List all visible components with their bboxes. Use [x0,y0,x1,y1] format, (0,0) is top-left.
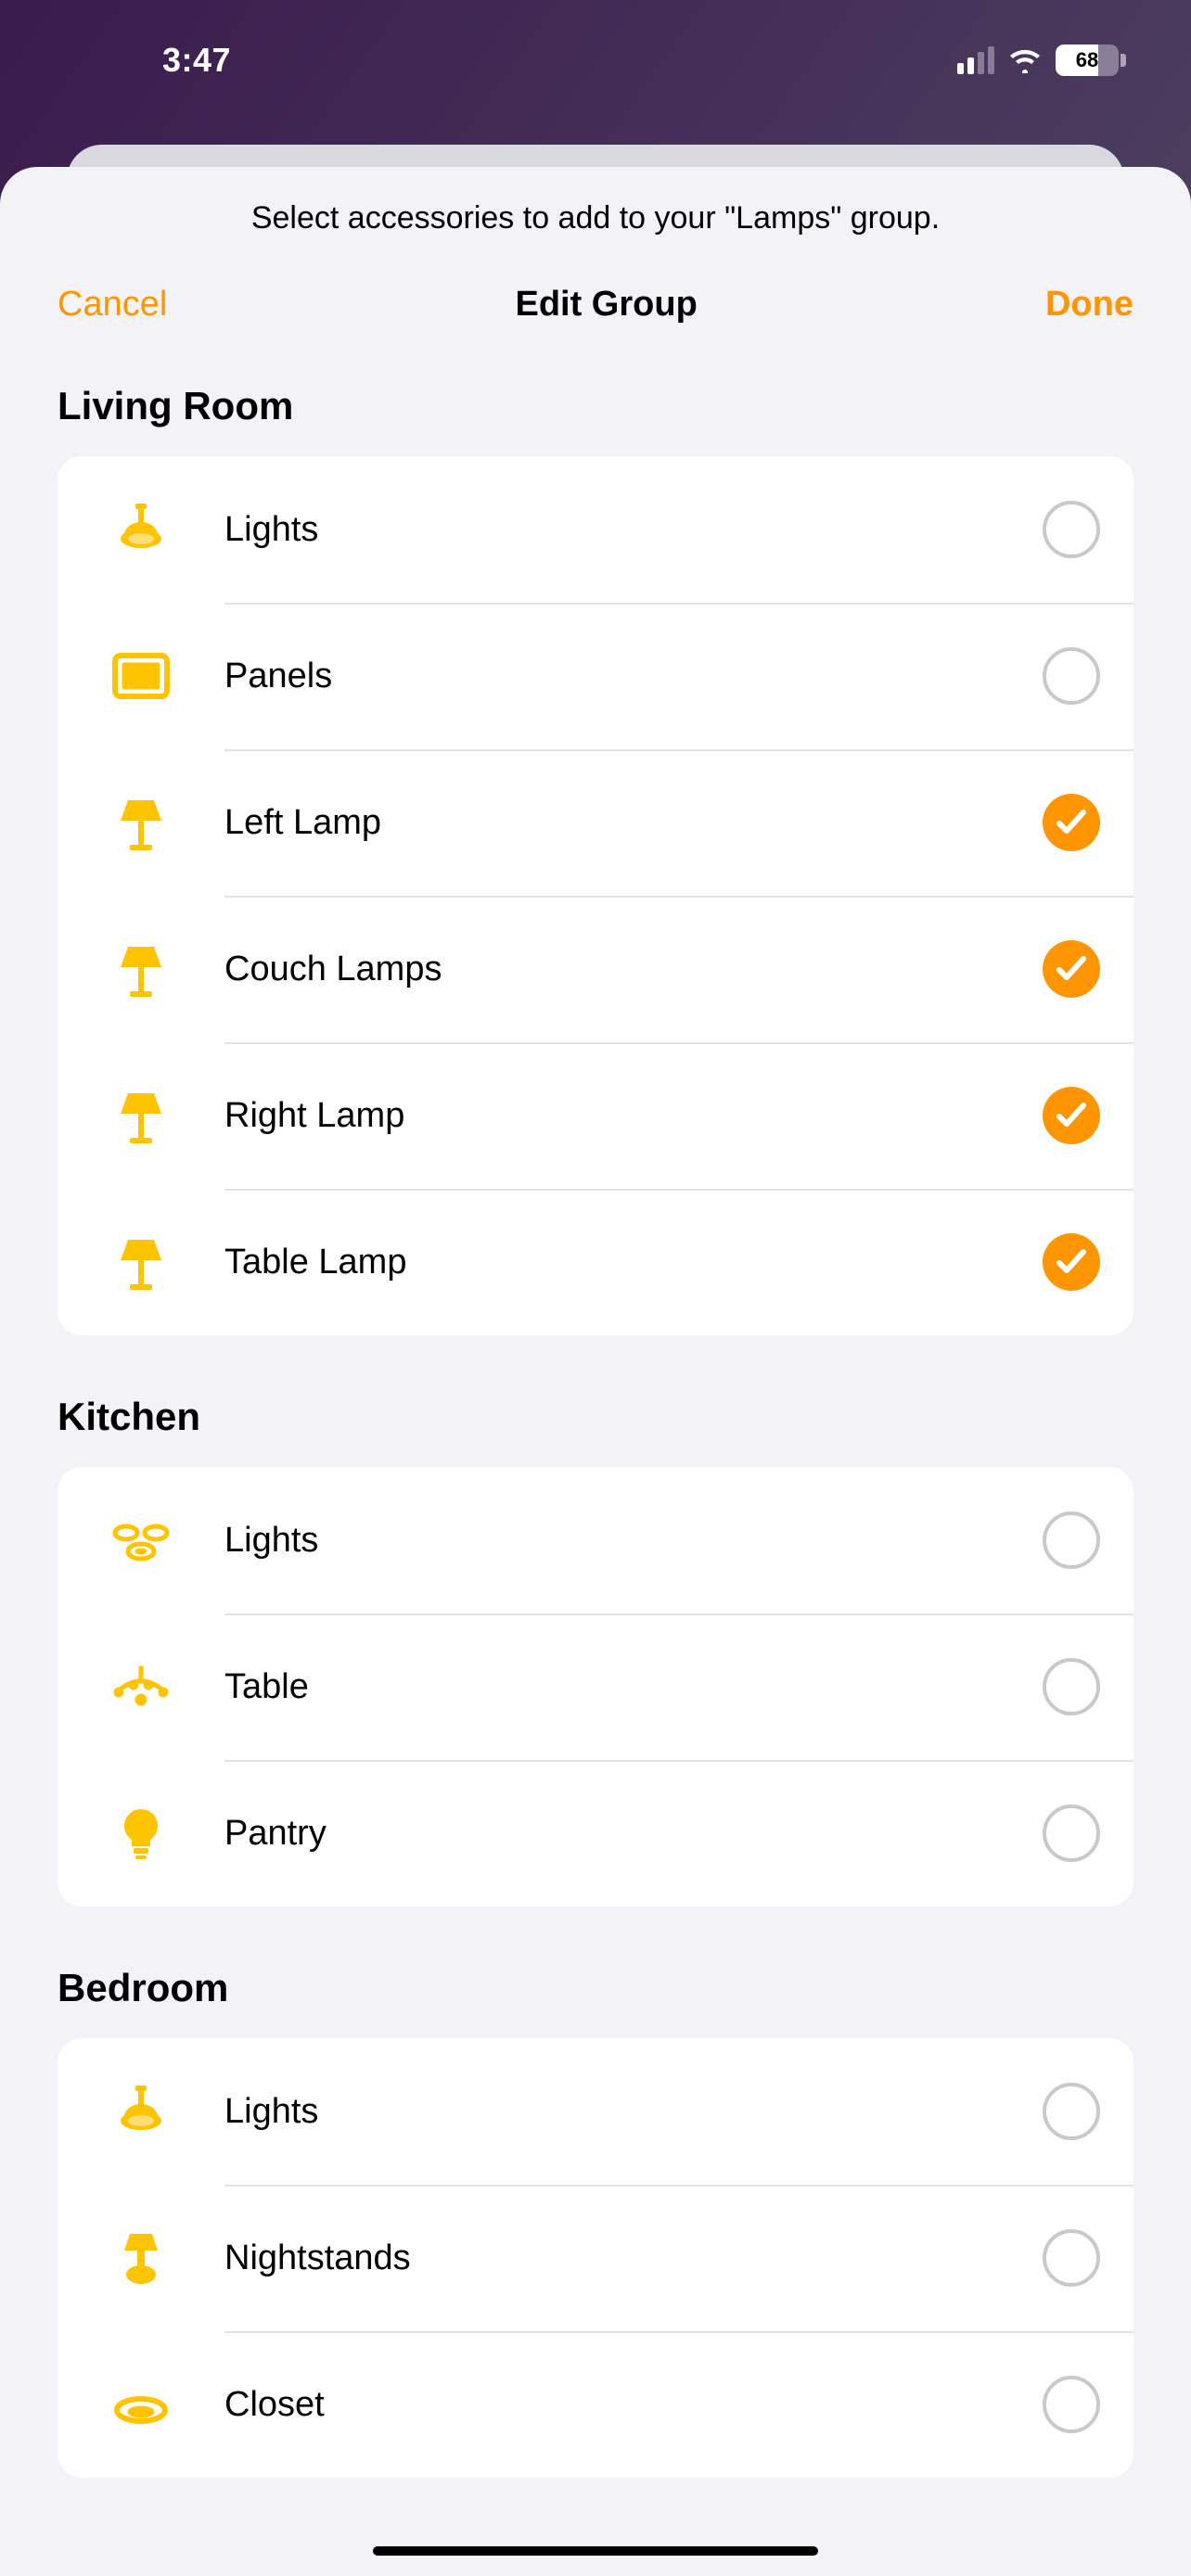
accessory-label: Lights [224,510,1043,550]
section-header: Bedroom [0,1955,1191,2038]
cancel-button[interactable]: Cancel [58,285,167,325]
chandelier-icon [58,1655,224,1718]
accessory-row[interactable]: Lights [58,2038,1133,2185]
section-card: Lights Panels Left Lamp Couch Lamps Right La… [58,456,1133,1335]
section-header: Kitchen [0,1384,1191,1467]
lamp-icon [58,1231,224,1294]
accessory-row[interactable]: Lights [58,456,1133,603]
accessory-label: Right Lamp [224,1096,1043,1136]
accessory-row[interactable]: Lights [58,1467,1133,1613]
status-bar: 3:47 68 [0,0,1191,121]
accessory-label: Table [224,1667,1043,1707]
accessory-label: Closet [224,2385,1043,2425]
lamp-icon [58,937,224,1001]
accessory-label: Panels [224,657,1043,696]
selection-checkmark[interactable] [1043,1087,1100,1144]
sheet-nav: Cancel Edit Group Done [0,285,1191,373]
bulb-icon [58,1802,224,1865]
selection-checkmark[interactable] [1043,2229,1100,2287]
home-indicator [373,2546,818,2556]
selection-checkmark[interactable] [1043,647,1100,705]
accessory-row[interactable]: Couch Lamps [58,896,1133,1042]
section-card: Lights Nightstands Closet [58,2038,1133,2478]
accessory-row[interactable]: Closet [58,2331,1133,2478]
selection-checkmark[interactable] [1043,940,1100,998]
cellular-icon [957,46,994,74]
selection-checkmark[interactable] [1043,1233,1100,1291]
accessory-label: Left Lamp [224,803,1043,843]
selection-checkmark[interactable] [1043,1658,1100,1715]
bedlamp-icon [58,2226,224,2289]
selection-checkmark[interactable] [1043,501,1100,558]
status-time: 3:47 [0,41,231,80]
ceiling-icon [58,498,224,561]
lamp-icon [58,1084,224,1147]
accessory-label: Pantry [224,1814,1043,1854]
spots-icon [58,1509,224,1572]
panel-icon [58,644,224,708]
done-button[interactable]: Done [1045,285,1133,325]
accessory-label: Lights [224,2092,1043,2132]
accessory-row[interactable]: Table Lamp [58,1189,1133,1335]
edit-group-sheet: Select accessories to add to your "Lamps… [0,167,1191,2576]
section-card: Lights Table Pantry [58,1467,1133,1906]
instruction-text: Select accessories to add to your "Lamps… [0,200,1191,285]
ceiling-icon [58,2080,224,2143]
selection-checkmark[interactable] [1043,1511,1100,1569]
accessory-label: Couch Lamps [224,950,1043,989]
accessory-row[interactable]: Nightstands [58,2185,1133,2331]
accessory-label: Nightstands [224,2238,1043,2278]
wifi-icon [1007,47,1043,73]
recessed-icon [58,2373,224,2436]
accessory-label: Lights [224,1521,1043,1561]
accessory-row[interactable]: Right Lamp [58,1042,1133,1189]
selection-checkmark[interactable] [1043,794,1100,851]
accessory-row[interactable]: Table [58,1613,1133,1760]
selection-checkmark[interactable] [1043,2376,1100,2433]
accessory-row[interactable]: Panels [58,603,1133,749]
sheet-title: Edit Group [515,285,697,325]
status-indicators: 68 [957,45,1126,76]
accessory-row[interactable]: Left Lamp [58,749,1133,896]
section-header: Living Room [0,373,1191,456]
accessory-label: Table Lamp [224,1243,1043,1282]
lamp-icon [58,791,224,854]
selection-checkmark[interactable] [1043,1804,1100,1862]
accessory-row[interactable]: Pantry [58,1760,1133,1906]
selection-checkmark[interactable] [1043,2083,1100,2140]
battery-icon: 68 [1056,45,1126,76]
